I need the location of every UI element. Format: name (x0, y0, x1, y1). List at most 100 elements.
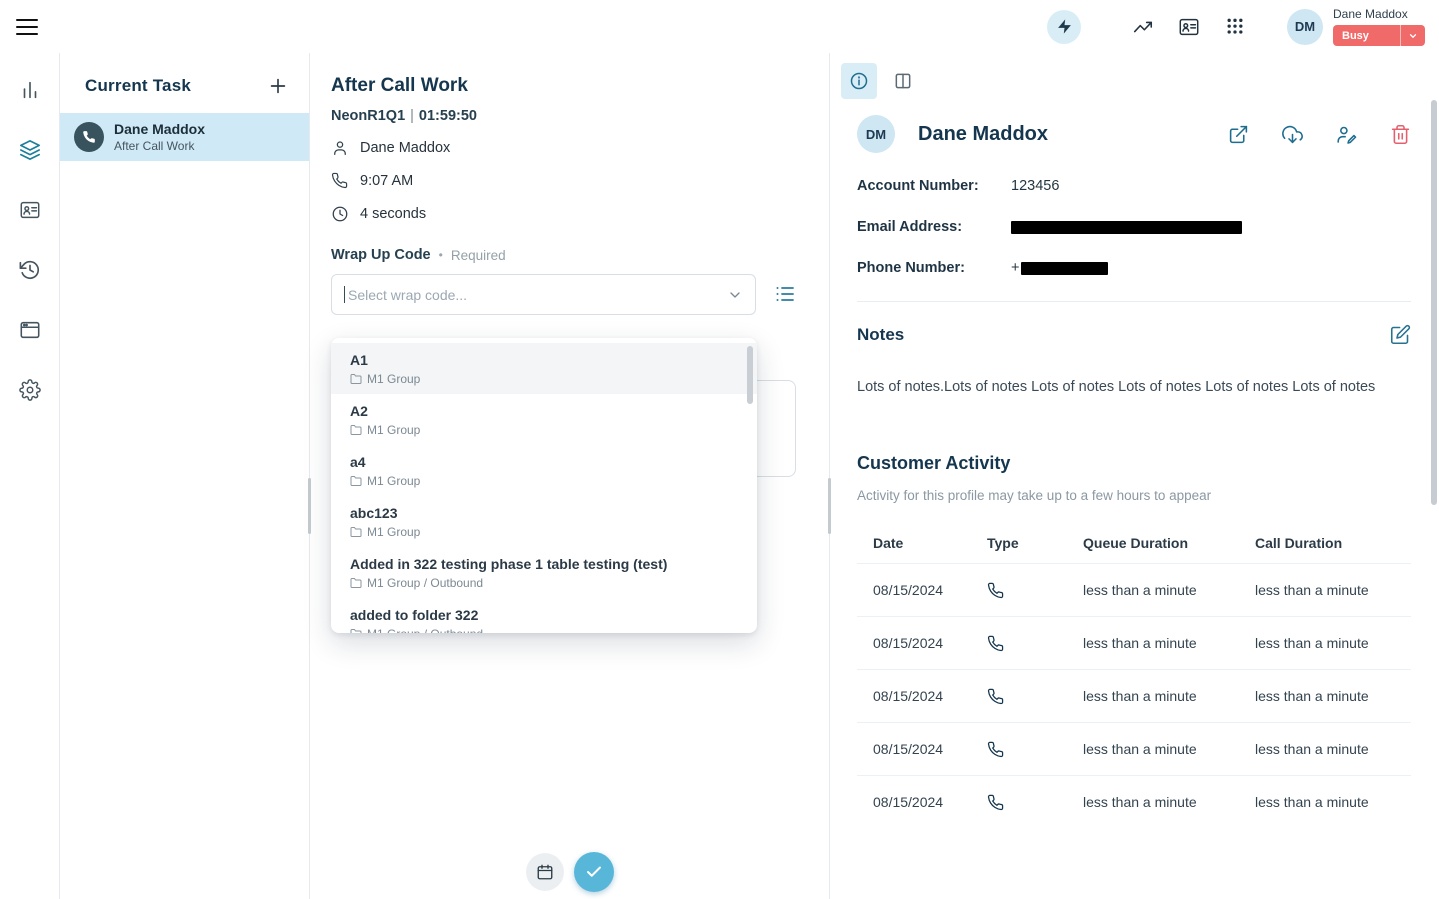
user-avatar[interactable]: DM (1287, 9, 1323, 45)
activity-date: 08/15/2024 (873, 582, 987, 598)
open-external-button[interactable] (1228, 124, 1249, 145)
analytics-button[interactable] (1131, 15, 1155, 39)
folder-icon (350, 628, 362, 633)
activity-queue-duration: less than a minute (1083, 688, 1255, 704)
cloud-download-icon (1282, 124, 1303, 145)
contact-name: Dane Maddox (918, 123, 1048, 146)
phone-icon (987, 688, 1004, 705)
activity-table-row[interactable]: 08/15/2024 less than a minute less than … (857, 722, 1411, 775)
add-task-button[interactable] (267, 75, 289, 97)
phone-prefix: + (1011, 260, 1019, 276)
phone-icon (82, 130, 96, 144)
notes-title: Notes (857, 325, 904, 345)
activity-call-duration: less than a minute (1255, 794, 1411, 810)
activity-date: 08/15/2024 (873, 741, 987, 757)
status-label: Busy (1333, 30, 1400, 42)
wrap-code-placeholder: Select wrap code... (348, 287, 727, 303)
nav-reporting-icon[interactable] (19, 79, 41, 101)
list-icon (773, 282, 799, 306)
col-queue-duration: Queue Duration (1083, 535, 1255, 551)
activity-call-duration: less than a minute (1255, 582, 1411, 598)
activity-table-row[interactable]: 08/15/2024 less than a minute less than … (857, 563, 1411, 616)
quick-actions-button[interactable] (1047, 10, 1081, 44)
folder-icon (350, 526, 362, 538)
email-label: Email Address: (857, 219, 1011, 235)
nav-settings-icon[interactable] (19, 379, 41, 401)
task-list-item[interactable]: Dane Maddox After Call Work (60, 113, 309, 161)
required-label: Required (451, 248, 506, 263)
topbar-right: DM Dane Maddox Busy (1047, 7, 1439, 46)
wrap-code-option[interactable]: a4 M1 Group (331, 445, 757, 496)
task-item-subtitle: After Call Work (114, 139, 205, 153)
current-task-title: Current Task (85, 76, 191, 96)
dropdown-scrollbar[interactable] (747, 346, 753, 404)
calendar-icon (536, 863, 554, 881)
nav-contacts-icon[interactable] (19, 199, 41, 221)
task-timer: 01:59:50 (419, 108, 477, 124)
task-avatar (74, 122, 104, 152)
activity-call-duration: less than a minute (1255, 688, 1411, 704)
nav-browser-icon[interactable] (19, 319, 41, 341)
dialpad-button[interactable] (1223, 15, 1247, 39)
wrap-code-option[interactable]: Added in 322 testing phase 1 table testi… (331, 547, 757, 598)
section-divider (857, 301, 1411, 302)
activity-call-duration: less than a minute (1255, 741, 1411, 757)
wrap-code-option[interactable]: added to folder 322 M1 Group / Outbound (331, 598, 757, 633)
current-task-header: Current Task (60, 53, 309, 97)
activity-queue-duration: less than a minute (1083, 635, 1255, 651)
folder-icon (350, 475, 362, 487)
tab-contact-info[interactable] (841, 63, 877, 99)
delete-contact-button[interactable] (1390, 124, 1411, 145)
folder-icon (350, 577, 362, 589)
col-date: Date (873, 535, 987, 551)
wrap-code-option[interactable]: A1 M1 Group (331, 343, 757, 394)
line-chart-icon (1132, 16, 1154, 38)
schedule-button[interactable] (526, 853, 564, 891)
hamburger-menu-icon[interactable] (16, 13, 44, 41)
wrap-code-list-button[interactable] (773, 282, 799, 308)
phone-icon (331, 172, 349, 190)
topbar: DM Dane Maddox Busy (0, 0, 1439, 53)
complete-task-button[interactable] (574, 852, 614, 892)
contact-card-icon (1178, 16, 1200, 38)
panel-scrollbar[interactable] (1431, 100, 1437, 505)
activity-table-row[interactable]: 08/15/2024 less than a minute less than … (857, 669, 1411, 722)
wrap-up-code-label-row: Wrap Up Code • Required (331, 247, 829, 263)
call-duration: 4 seconds (360, 206, 426, 222)
required-dot: • (439, 248, 443, 262)
task-queue-timer: NeonR1Q1|01:59:50 (331, 108, 829, 124)
activity-table-row[interactable]: 08/15/2024 less than a minute less than … (857, 775, 1411, 828)
activity-date: 08/15/2024 (873, 688, 987, 704)
status-dropdown[interactable]: Busy (1333, 25, 1425, 46)
edit-notes-button[interactable] (1390, 324, 1411, 345)
notes-header: Notes (857, 324, 1411, 345)
user-edit-icon (1336, 124, 1357, 145)
user-name: Dane Maddox (1333, 7, 1408, 21)
option-group: M1 Group (350, 474, 743, 488)
panel-resize-handle[interactable] (828, 478, 831, 534)
wrap-code-option[interactable]: abc123 M1 Group (331, 496, 757, 547)
col-call-duration: Call Duration (1255, 535, 1411, 551)
info-icon (849, 71, 869, 91)
nav-history-icon[interactable] (19, 259, 41, 281)
contact-header: DM Dane Maddox (857, 115, 1411, 153)
contact-avatar: DM (857, 115, 895, 153)
account-number-value: 123456 (1011, 178, 1059, 194)
wrap-code-option[interactable]: A2 M1 Group (331, 394, 757, 445)
activity-queue-duration: less than a minute (1083, 582, 1255, 598)
option-group: M1 Group / Outbound (350, 576, 743, 590)
task-detail-panel: After Call Work NeonR1Q1|01:59:50 Dane M… (311, 53, 829, 899)
download-button[interactable] (1282, 124, 1303, 145)
duration-row: 4 seconds (331, 205, 829, 223)
tab-split-view[interactable] (885, 63, 921, 99)
wrap-code-select[interactable]: Select wrap code... (331, 274, 756, 315)
option-label: abc123 (350, 505, 743, 521)
phone-icon (987, 741, 1004, 758)
activity-table-row[interactable]: 08/15/2024 less than a minute less than … (857, 616, 1411, 669)
person-icon (331, 139, 349, 157)
edit-contact-button[interactable] (1336, 124, 1357, 145)
chevron-down-icon[interactable] (727, 287, 743, 303)
contacts-button[interactable] (1177, 15, 1201, 39)
option-label: Added in 322 testing phase 1 table testi… (350, 556, 743, 572)
nav-tasks-icon[interactable] (19, 139, 41, 161)
